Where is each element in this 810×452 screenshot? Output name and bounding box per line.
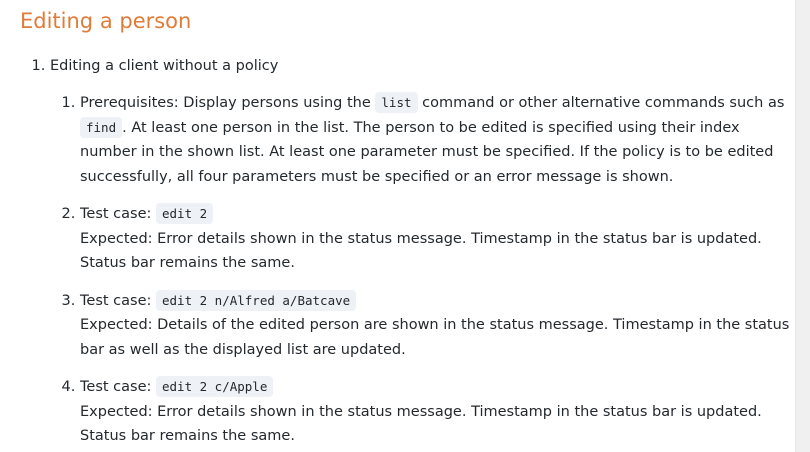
- inner-list: Prerequisites: Display persons using the…: [50, 91, 790, 449]
- prerequisites-text-middle: command or other alternative commands su…: [417, 95, 785, 111]
- test-case-item: Test case: edit 2 c/Apple Expected: Erro…: [80, 375, 790, 449]
- outer-list: Editing a client without a policy Prereq…: [20, 54, 790, 449]
- list-command-code: list: [375, 92, 418, 113]
- prerequisites-text-start: Prerequisites: Display persons using the: [80, 95, 376, 111]
- test-case-expected: Expected: Error details shown in the sta…: [80, 230, 762, 272]
- find-command-code: find: [80, 116, 123, 138]
- test-case-expected: Expected: Error details shown in the sta…: [80, 403, 762, 445]
- test-case-command-code: edit 2 n/Alfred a/Batcave: [156, 289, 357, 311]
- vertical-scrollbar[interactable]: [795, 0, 810, 452]
- test-case-command-code: edit 2: [156, 203, 214, 224]
- outer-list-item: Editing a client without a policy Prereq…: [50, 54, 790, 449]
- test-case-expected: Expected: Details of the edited person a…: [80, 317, 790, 358]
- document-content: Editing a person Editing a client withou…: [20, 6, 790, 449]
- test-case-item: Test case: edit 2 Expected: Error detail…: [80, 202, 790, 276]
- prerequisites-text-end: . At least one person in the list. The p…: [80, 119, 774, 185]
- section-heading: Editing a person: [20, 9, 192, 33]
- test-case-item: Test case: edit 2 n/Alfred a/Batcave Exp…: [80, 289, 790, 363]
- test-case-prefix: Test case:: [80, 379, 156, 395]
- outer-list-item-label: Editing a client without a policy: [50, 58, 279, 74]
- test-case-prefix: Test case:: [80, 206, 156, 222]
- test-case-prefix: Test case:: [80, 292, 156, 309]
- prerequisites-item: Prerequisites: Display persons using the…: [80, 91, 790, 189]
- test-case-command-code: edit 2 c/Apple: [156, 376, 274, 397]
